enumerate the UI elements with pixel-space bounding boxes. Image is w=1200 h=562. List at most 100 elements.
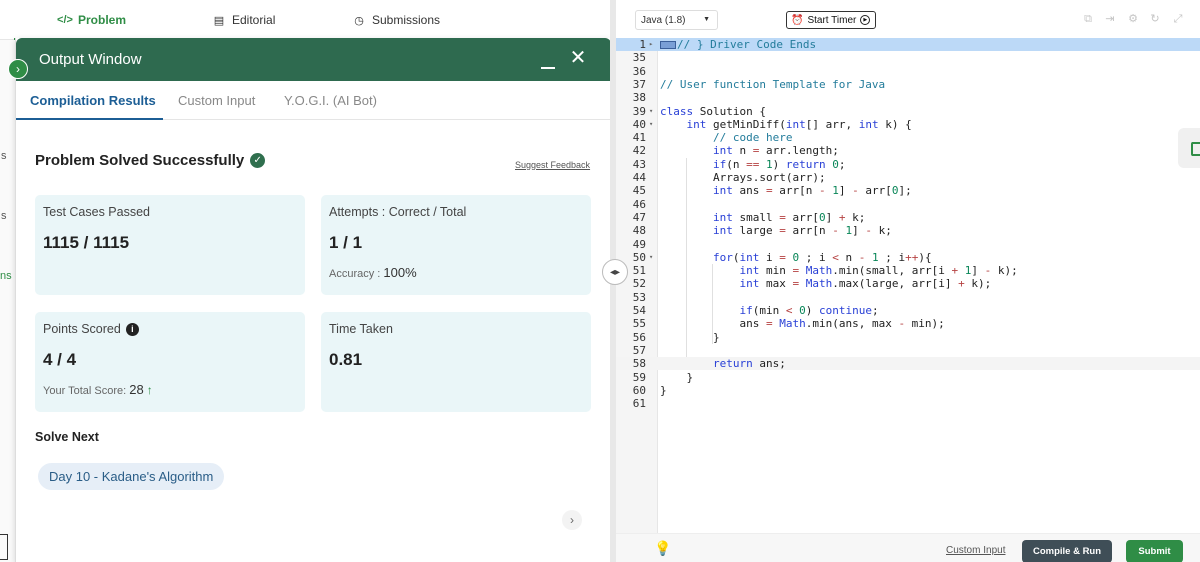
app-root: </> Problem ▤ Editorial ◷ Submissions s …: [0, 0, 1200, 562]
code-line[interactable]: 35: [616, 51, 1200, 64]
code-line[interactable]: 50 ▾ for(int i = 0 ; i < n - 1 ; i++){: [616, 251, 1200, 264]
custom-input-link[interactable]: Custom Input: [946, 545, 1005, 556]
code-text: int ans = arr[n - 1] - arr[0];: [712, 184, 912, 198]
caret-down-icon: ▼: [703, 16, 710, 23]
code-line[interactable]: 59 }: [616, 371, 1200, 384]
code-line[interactable]: 45 int ans = arr[n - 1] - arr[0];: [616, 184, 1200, 197]
code-line[interactable]: 41 // code here: [616, 131, 1200, 144]
line-number: 37: [632, 77, 646, 91]
language-value: Java (1.8): [641, 14, 686, 26]
language-select[interactable]: Java (1.8) ▼: [635, 10, 718, 30]
code-line[interactable]: 38: [616, 91, 1200, 104]
resize-handle-icon[interactable]: ◂▸: [602, 259, 628, 285]
side-panel-toggle[interactable]: [1178, 128, 1200, 168]
card-value: 1115 / 1115: [43, 233, 130, 252]
start-timer-button[interactable]: ⏰ Start Timer ▶: [786, 11, 876, 29]
code-line[interactable]: 56 }: [616, 331, 1200, 344]
code-text: return ans;: [712, 357, 786, 371]
solve-next-item[interactable]: Day 10 - Kadane's Algorithm: [38, 463, 225, 490]
code-line[interactable]: 49: [616, 238, 1200, 251]
line-number: 53: [632, 290, 646, 304]
card-label: Test Cases Passed: [43, 205, 150, 219]
line-number: 41: [632, 131, 646, 145]
tab-compilation-results[interactable]: Compilation Results: [30, 93, 156, 108]
code-line[interactable]: 53: [616, 291, 1200, 304]
code-line[interactable]: 52 int max = Math.max(large, arr[i] + k)…: [616, 277, 1200, 290]
expand-chevron-icon[interactable]: ›: [8, 59, 28, 79]
code-line[interactable]: 44 Arrays.sort(arr);: [616, 171, 1200, 184]
code-line[interactable]: 60}: [616, 384, 1200, 397]
code-line[interactable]: 42 int n = arr.length;: [616, 144, 1200, 157]
code-line[interactable]: 39 ▾ class Solution {: [616, 105, 1200, 118]
code-text: // User function Template for Java: [660, 77, 886, 91]
line-number: 35: [632, 51, 646, 65]
export-icon[interactable]: ⇥: [1104, 13, 1116, 25]
code-text: // code here: [712, 131, 793, 145]
card-value: 1 / 1: [329, 233, 363, 252]
close-icon[interactable]: ✕: [569, 48, 587, 68]
code-line[interactable]: 61: [616, 397, 1200, 410]
total-score-value: 28: [129, 382, 144, 397]
line-number: 42: [632, 144, 646, 158]
info-icon[interactable]: i: [125, 322, 139, 336]
code-line[interactable]: 57: [616, 344, 1200, 357]
code-line[interactable]: 37 // User function Template for Java: [616, 78, 1200, 91]
line-number: 57: [632, 343, 646, 357]
fullscreen-icon[interactable]: ⤢: [1172, 13, 1184, 25]
settings-icon[interactable]: ⚙: [1127, 13, 1139, 25]
code-line[interactable]: 48 int large = arr[n - 1] - k;: [616, 224, 1200, 237]
code-line[interactable]: 58 return ans;: [616, 357, 1200, 371]
output-window-title: Output Window: [39, 51, 142, 68]
code-line[interactable]: 55 ans = Math.min(ans, max - min);: [616, 317, 1200, 330]
code-line[interactable]: 36: [616, 65, 1200, 78]
code-editor[interactable]: 1 ▸ // } Driver Code Ends 35 36 37 // User fun…: [616, 38, 1200, 533]
code-text: int max = Math.max(large, arr[i] + k);: [739, 277, 992, 291]
code-text: int large = arr[n - 1] - k;: [712, 224, 892, 238]
tab-submissions[interactable]: ◷ Submissions: [352, 0, 440, 40]
output-tabs: Compilation Results Custom Input Y.O.G.I…: [16, 81, 611, 120]
suggest-feedback-link[interactable]: Suggest Feedback: [515, 160, 590, 170]
line-number: 46: [632, 197, 646, 211]
timer-label: Start Timer: [807, 14, 857, 26]
fold-arrow-icon[interactable]: ▾: [649, 105, 653, 118]
code-text: if(min < 0) continue;: [739, 304, 879, 317]
line-number: 61: [632, 397, 646, 411]
status-heading: Problem Solved Successfully ✓: [35, 152, 266, 169]
code-line[interactable]: 46: [616, 198, 1200, 211]
line-number: 48: [632, 224, 646, 238]
code-line[interactable]: 54 if(min < 0) continue;: [616, 304, 1200, 317]
fold-arrow-icon[interactable]: ▸: [649, 38, 653, 51]
tab-problem[interactable]: </> Problem: [57, 0, 126, 40]
lightbulb-icon[interactable]: 💡: [654, 540, 671, 557]
tab-editorial[interactable]: ▤ Editorial: [212, 0, 276, 40]
background-input-edge: [0, 534, 8, 560]
copy-icon[interactable]: ⧉: [1082, 13, 1094, 25]
minimize-icon[interactable]: [541, 46, 557, 69]
line-number: 40: [632, 117, 646, 131]
submit-button[interactable]: Submit: [1126, 540, 1183, 562]
card-label: Time Taken: [329, 322, 393, 336]
tab-yogi-bot[interactable]: Y.O.G.I. (AI Bot): [284, 93, 377, 108]
line-number: 59: [632, 370, 646, 384]
code-line[interactable]: 51 int min = Math.min(small, arr[i + 1] …: [616, 264, 1200, 277]
folded-marker-icon[interactable]: [660, 41, 676, 49]
fold-arrow-icon[interactable]: ▾: [649, 118, 653, 131]
line-number: 54: [632, 304, 646, 317]
code-line[interactable]: 47 int small = arr[0] + k;: [616, 211, 1200, 224]
line-number: 43: [632, 157, 646, 171]
code-text: }: [660, 370, 694, 384]
code-text: }: [660, 330, 720, 344]
code-line[interactable]: 1 ▸ // } Driver Code Ends: [616, 38, 1200, 52]
line-number: 44: [632, 171, 646, 184]
code-line[interactable]: 40 ▾ int getMinDiff(int[] arr, int k) {: [616, 118, 1200, 131]
code-text: Arrays.sort(arr);: [660, 171, 826, 184]
compile-run-button[interactable]: Compile & Run: [1022, 540, 1112, 562]
code-text: // } Driver Code Ends: [660, 38, 816, 51]
status-text: Problem Solved Successfully: [35, 152, 245, 169]
fold-arrow-icon[interactable]: ▾: [649, 251, 653, 264]
code-line[interactable]: 43 if(n == 1) return 0;: [616, 158, 1200, 171]
reset-icon[interactable]: ↻: [1149, 13, 1161, 25]
card-points: Points Scored i 4 / 4 Your Total Score: …: [35, 312, 305, 412]
tab-custom-input[interactable]: Custom Input: [178, 93, 255, 108]
chevron-right-icon[interactable]: ›: [562, 510, 582, 530]
